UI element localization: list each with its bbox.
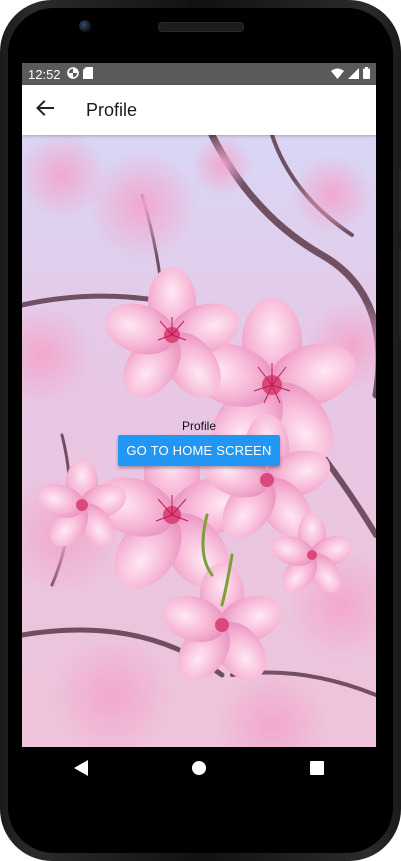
device-screen: 12:52 Profile Profile GO TO HOME SCREEN (22, 63, 376, 747)
back-triangle-icon (74, 759, 88, 781)
status-time: 12:52 (28, 66, 61, 82)
earpiece-speaker (158, 22, 244, 32)
status-bar: 12:52 (22, 63, 376, 85)
home-circle-icon (191, 760, 207, 781)
front-camera (79, 20, 91, 32)
cellular-signal-icon (348, 67, 359, 82)
battery-icon (363, 66, 370, 82)
profile-center-block: Profile GO TO HOME SCREEN (22, 419, 376, 466)
nav-back-button[interactable] (56, 750, 106, 790)
nav-recents-button[interactable] (292, 750, 342, 790)
page-title: Profile (86, 99, 138, 120)
sd-card-icon (82, 66, 93, 82)
data-saver-icon (66, 66, 79, 82)
arrow-back-icon (36, 99, 54, 121)
navigation-bar (22, 747, 376, 793)
go-to-home-screen-button[interactable]: GO TO HOME SCREEN (118, 435, 280, 466)
profile-label: Profile (181, 419, 216, 433)
recents-square-icon (310, 760, 324, 780)
wifi-icon (331, 67, 344, 82)
app-bar: Profile (22, 85, 376, 135)
content-area: Profile GO TO HOME SCREEN (22, 135, 376, 747)
status-left-icons (66, 66, 93, 82)
nav-home-button[interactable] (174, 750, 224, 790)
status-right-icons (331, 66, 370, 82)
back-button[interactable] (22, 85, 68, 135)
